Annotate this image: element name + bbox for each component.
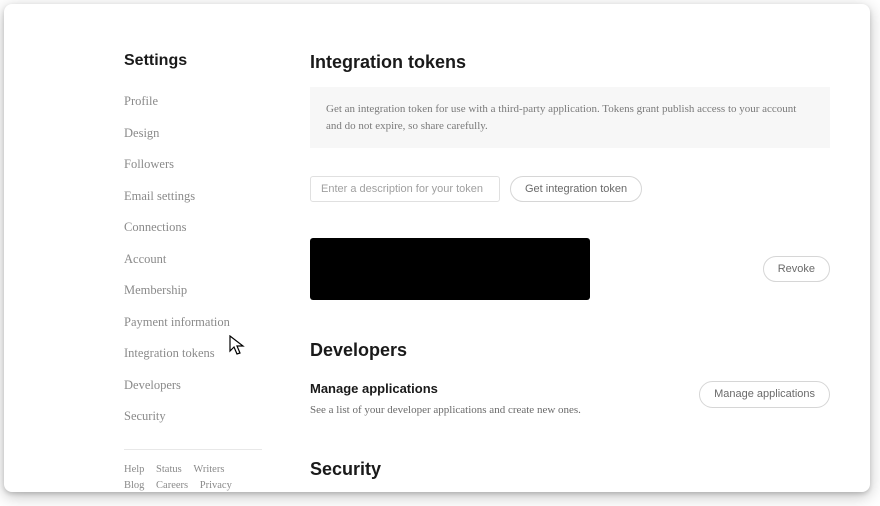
token-create-row: Get integration token [310,176,830,202]
sidebar-item-account[interactable]: Account [124,244,262,276]
footer-link-status[interactable]: Status [156,462,182,479]
footer-link-careers[interactable]: Careers [156,478,188,492]
manage-applications-text: Manage applications See a list of your d… [310,381,679,419]
main-content: Integration tokens Get an integration to… [282,52,830,492]
footer-link-blog[interactable]: Blog [124,478,144,492]
token-description-input[interactable] [310,176,500,202]
developers-heading: Developers [310,340,830,361]
footer-link-privacy[interactable]: Privacy [200,478,232,492]
footer-links: Help Status Writers Blog Careers Privacy… [124,449,262,493]
footer-link-help[interactable]: Help [124,462,144,479]
integration-tokens-section: Integration tokens Get an integration to… [310,52,830,300]
revoke-button[interactable]: Revoke [763,256,830,282]
sidebar-nav: Profile Design Followers Email settings … [124,86,262,433]
sidebar-item-followers[interactable]: Followers [124,149,262,181]
security-heading: Security [310,459,830,480]
sidebar-item-connections[interactable]: Connections [124,212,262,244]
manage-applications-desc: See a list of your developer application… [310,402,679,419]
sidebar: Settings Profile Design Followers Email … [124,52,282,492]
sidebar-item-membership[interactable]: Membership [124,275,262,307]
sidebar-item-developers[interactable]: Developers [124,370,262,402]
integration-info-box: Get an integration token for use with a … [310,87,830,148]
developers-section: Developers Manage applications See a lis… [310,340,830,419]
manage-applications-button[interactable]: Manage applications [699,381,830,407]
sidebar-item-security[interactable]: Security [124,401,262,433]
settings-window: Settings Profile Design Followers Email … [4,4,870,492]
sidebar-title: Settings [124,52,262,70]
footer-link-writers[interactable]: Writers [193,462,224,479]
get-integration-token-button[interactable]: Get integration token [510,176,642,202]
sidebar-item-payment-information[interactable]: Payment information [124,307,262,339]
token-row: Revoke [310,238,830,300]
sidebar-item-integration-tokens[interactable]: Integration tokens [124,338,262,370]
manage-applications-row: Manage applications See a list of your d… [310,375,830,419]
sidebar-item-profile[interactable]: Profile [124,86,262,118]
integration-tokens-heading: Integration tokens [310,52,830,73]
sidebar-item-email-settings[interactable]: Email settings [124,181,262,213]
security-section: Security [310,459,830,480]
manage-applications-heading: Manage applications [310,381,679,396]
sidebar-item-design[interactable]: Design [124,118,262,150]
token-value-redacted [310,238,590,300]
